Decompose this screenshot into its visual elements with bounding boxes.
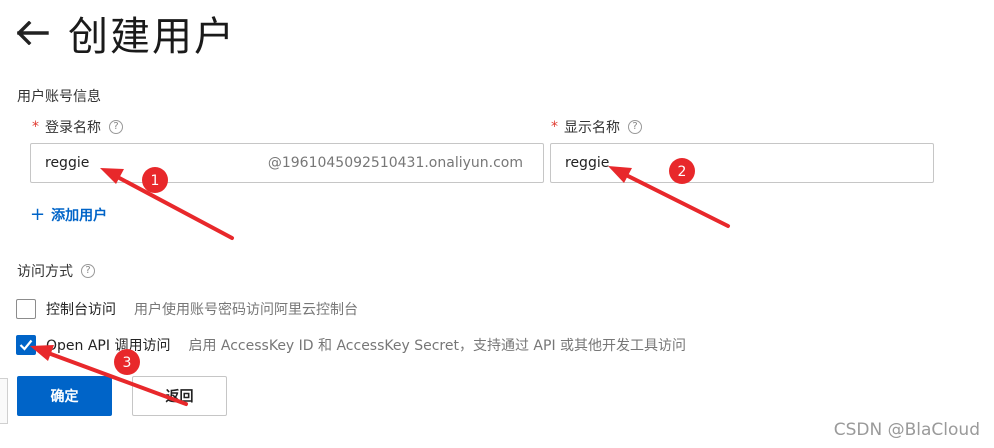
page-header: 创建用户	[16, 4, 236, 62]
console-access-label: 控制台访问	[46, 302, 116, 318]
login-name-value: reggie	[45, 155, 90, 171]
api-access-label: Open API 调用访问	[46, 338, 171, 354]
display-name-input[interactable]: reggie	[550, 143, 934, 183]
plus-icon: +	[30, 204, 46, 225]
required-mark: *	[32, 119, 39, 135]
help-icon[interactable]: ?	[109, 120, 123, 134]
login-name-input[interactable]: reggie @1961045092510431.onaliyun.com	[30, 143, 544, 183]
side-panel-handle[interactable]	[0, 378, 8, 424]
page-title: 创建用户	[68, 14, 236, 60]
arrow-left-icon[interactable]	[16, 16, 50, 50]
section-title: 用户账号信息	[17, 89, 101, 105]
access-method-label: 访问方式 ?	[17, 261, 95, 281]
login-name-label: * 登录名称 ?	[32, 117, 123, 137]
display-name-value: reggie	[565, 155, 610, 171]
api-access-checkbox[interactable]	[16, 335, 36, 355]
help-icon[interactable]: ?	[628, 120, 642, 134]
login-name-label-text: 登录名称	[45, 120, 101, 136]
confirm-button[interactable]: 确定	[17, 376, 112, 416]
svg-text:3: 3	[123, 355, 132, 371]
add-user-link[interactable]: + 添加用户	[30, 205, 107, 225]
watermark: CSDN @BlaCloud	[833, 420, 980, 440]
console-access-description: 用户使用账号密码访问阿里云控制台	[134, 302, 358, 318]
back-button[interactable]: 返回	[132, 376, 227, 416]
display-name-label-text: 显示名称	[564, 120, 620, 136]
access-method-label-text: 访问方式	[17, 264, 73, 280]
api-access-description: 启用 AccessKey ID 和 AccessKey Secret，支持通过 …	[188, 338, 687, 354]
add-user-label: 添加用户	[51, 208, 108, 224]
console-access-option[interactable]: 控制台访问 用户使用账号密码访问阿里云控制台	[16, 299, 358, 319]
checkmark-icon	[19, 339, 33, 351]
api-access-option[interactable]: Open API 调用访问 启用 AccessKey ID 和 AccessKe…	[16, 335, 686, 355]
login-name-domain-suffix: @1961045092510431.onaliyun.com	[267, 155, 523, 171]
help-icon[interactable]: ?	[81, 264, 95, 278]
console-access-checkbox[interactable]	[16, 299, 36, 319]
required-mark: *	[551, 119, 558, 135]
display-name-label: * 显示名称 ?	[551, 117, 642, 137]
